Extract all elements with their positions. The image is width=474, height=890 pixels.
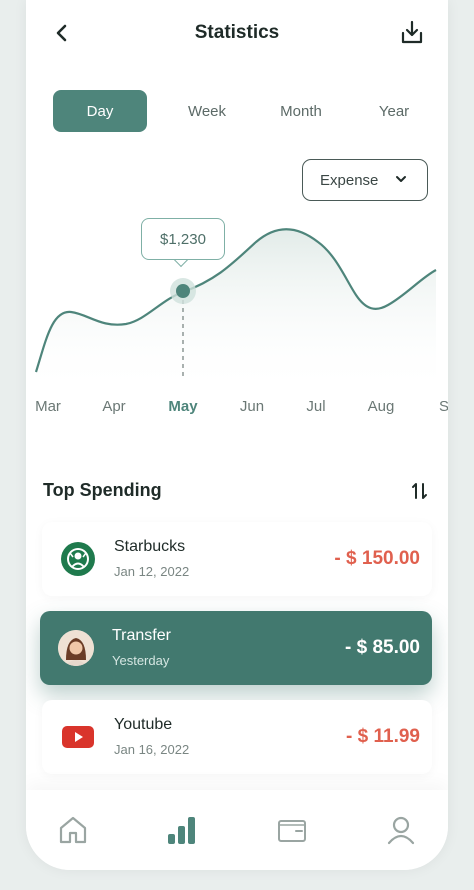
item-date: Yesterday (112, 653, 170, 668)
item-name: Starbucks (114, 538, 186, 555)
tab-month[interactable]: Month (254, 90, 348, 132)
page-title: Statistics (194, 22, 280, 43)
item-date: Jan 16, 2022 (114, 742, 190, 757)
item-amount: - $ 85.00 (345, 637, 420, 658)
value-tooltip: $1,230 (141, 218, 225, 260)
dropdown-value: Expense (320, 171, 379, 189)
tab-day[interactable]: Day (53, 90, 147, 132)
list-item[interactable]: Transfer Yesterday - $ 85.00 (40, 611, 432, 685)
youtube-logo-icon (60, 719, 96, 755)
download-icon (401, 20, 423, 44)
list-item[interactable]: Starbucks Jan 12, 2022 - $ 150.00 (42, 522, 432, 596)
x-tick-label: Jun (239, 398, 265, 415)
nav-profile[interactable] (383, 812, 419, 848)
list-item[interactable]: Youtube Jan 16, 2022 - $ 11.99 (42, 700, 432, 774)
chevron-down-icon (396, 176, 406, 182)
starbucks-logo-icon (60, 541, 96, 577)
x-tick-label: Apr (102, 398, 126, 415)
item-name: Youtube (114, 716, 173, 733)
section-title: Top Spending (43, 480, 162, 500)
spending-chart (34, 228, 437, 395)
bottom-nav (26, 790, 448, 870)
nav-wallet[interactable] (274, 812, 310, 848)
chart-area (36, 229, 436, 395)
user-icon (387, 816, 415, 845)
tab-year[interactable]: Year (347, 90, 441, 132)
sort-icon (412, 483, 427, 499)
item-amount: - $ 11.99 (346, 726, 420, 747)
sort-button[interactable] (408, 478, 432, 504)
nav-statistics[interactable] (164, 812, 200, 848)
item-name: Transfer (112, 627, 171, 644)
wallet-icon (278, 820, 306, 842)
phone-screen: Statistics Day Week Month Year Expense $… (26, 0, 448, 870)
item-amount: - $ 150.00 (334, 548, 420, 569)
x-tick-label[interactable]: May (168, 398, 197, 415)
item-date: Jan 12, 2022 (114, 564, 190, 579)
chart-icon (168, 817, 195, 844)
x-tick-label: Aug (367, 398, 395, 415)
x-tick-label: S (438, 398, 448, 415)
home-icon (59, 816, 87, 844)
download-button[interactable] (398, 18, 426, 48)
highlight-point[interactable] (176, 284, 190, 298)
avatar-icon (58, 630, 94, 666)
expense-dropdown[interactable]: Expense (302, 159, 428, 201)
x-tick-label: Mar (35, 398, 61, 415)
nav-home[interactable] (55, 812, 91, 848)
x-tick-label: Jul (306, 398, 326, 415)
tab-week[interactable]: Week (160, 90, 254, 132)
